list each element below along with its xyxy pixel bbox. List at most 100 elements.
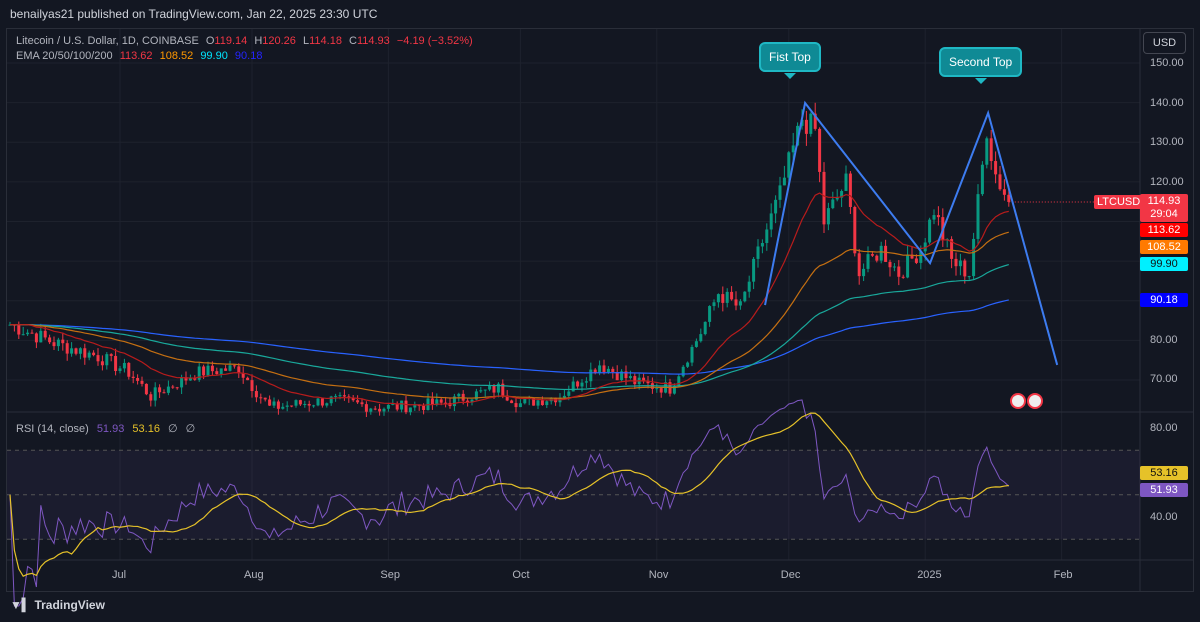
candle-body — [395, 403, 399, 410]
candle-body — [228, 365, 232, 371]
candle-body — [765, 229, 769, 244]
candle-body — [734, 299, 738, 306]
candle-body — [866, 254, 870, 269]
candle-body — [769, 213, 773, 230]
candle-body — [180, 377, 184, 388]
candle-body — [26, 332, 30, 335]
candle-body — [932, 215, 936, 220]
candle-body — [430, 398, 434, 405]
candle-body — [400, 400, 404, 410]
candle-body — [87, 352, 91, 358]
candle-body — [826, 208, 830, 225]
candle-body — [928, 219, 932, 243]
change-value: −4.19 (−3.52%) — [396, 35, 473, 47]
candle-body — [936, 215, 940, 218]
time-tick: Oct — [512, 569, 530, 581]
logo-icon: ▼▍ — [10, 598, 32, 612]
candle-body — [100, 361, 104, 366]
candle-body — [699, 334, 703, 342]
candle-body — [963, 260, 967, 277]
logo-text: TradingView — [34, 598, 105, 612]
candle-body — [422, 405, 426, 411]
candle-body — [259, 397, 263, 399]
candle-body — [633, 376, 637, 385]
close-label: C — [349, 35, 357, 47]
candle-body — [215, 371, 219, 375]
candle-body — [897, 266, 901, 277]
time-tick: Sep — [380, 569, 400, 581]
candle-body — [92, 352, 96, 356]
rsi-label[interactable]: RSI (14, close) — [16, 423, 89, 435]
currency-button[interactable]: USD — [1143, 32, 1186, 54]
candle-body — [74, 348, 78, 354]
candle-body — [250, 380, 254, 392]
candle-body — [479, 390, 483, 392]
candle-body — [78, 348, 82, 354]
candle-body — [756, 246, 760, 259]
candle-body — [342, 395, 346, 397]
candle-body — [523, 398, 527, 404]
ema100-value: 99.90 — [200, 50, 228, 62]
bar-countdown: 29:04 — [1150, 208, 1178, 220]
tradingview-logo: ▼▍ TradingView — [10, 598, 105, 612]
candle-body — [602, 365, 606, 373]
symbol-tag: LTCUSD — [1094, 195, 1144, 209]
candle-body — [980, 164, 984, 195]
candle-body — [628, 376, 632, 379]
candle-body — [457, 393, 461, 397]
candle-body — [774, 199, 778, 214]
candle-body — [562, 395, 566, 398]
candle-body — [694, 341, 698, 347]
second-top-callout[interactable]: Second Top — [939, 47, 1023, 84]
candle-body — [298, 400, 302, 405]
us-event-icon — [1027, 393, 1043, 409]
candle-body — [989, 138, 993, 162]
candle-body — [153, 387, 157, 401]
candle-body — [373, 408, 377, 410]
candle-body — [127, 362, 131, 377]
candle-body — [109, 354, 113, 356]
candle-body — [105, 354, 109, 366]
candle-body — [285, 405, 289, 407]
candle-body — [83, 348, 87, 358]
candle-body — [312, 405, 316, 407]
candle-body — [857, 253, 861, 277]
time-tick: 2025 — [917, 569, 942, 581]
rsi-legend: RSI (14, close) 51.93 53.16 ∅ ∅ — [16, 422, 200, 435]
rsi-tick: 40.00 — [1150, 511, 1178, 523]
candle-body — [870, 254, 874, 256]
candle-body — [738, 301, 742, 306]
ema20-tag: 113.62 — [1140, 223, 1188, 237]
candle-body — [386, 404, 390, 409]
candle-body — [844, 173, 848, 192]
ema-label[interactable]: EMA 20/50/100/200 — [16, 50, 113, 62]
candle-body — [122, 362, 126, 369]
chart-canvas[interactable] — [0, 0, 1200, 622]
candle-body — [994, 161, 998, 175]
time-tick: Aug — [244, 569, 264, 581]
candle-body — [149, 394, 153, 401]
last-price-tag: 114.93 29:04 — [1140, 194, 1188, 222]
candle-body — [61, 339, 65, 344]
first-top-callout[interactable]: Fist Top — [759, 42, 821, 79]
candle-body — [404, 400, 408, 413]
ema200-tag: 90.18 — [1140, 293, 1188, 307]
candle-body — [712, 302, 716, 307]
candle-body — [281, 406, 285, 409]
candle-body — [175, 387, 179, 389]
candle-body — [584, 381, 588, 383]
candle-body — [48, 337, 52, 343]
candle-body — [914, 258, 918, 263]
candle-body — [536, 400, 540, 406]
candle-body — [254, 391, 258, 398]
candle-body — [580, 382, 584, 387]
candle-body — [686, 362, 690, 367]
candle-body — [162, 392, 166, 394]
candle-body — [356, 400, 360, 403]
candle-body — [246, 377, 250, 381]
candle-body — [52, 342, 56, 347]
last-price: 114.93 — [1147, 195, 1181, 207]
candle-body — [611, 368, 615, 373]
candle-body — [56, 339, 60, 347]
candle-body — [39, 330, 43, 343]
